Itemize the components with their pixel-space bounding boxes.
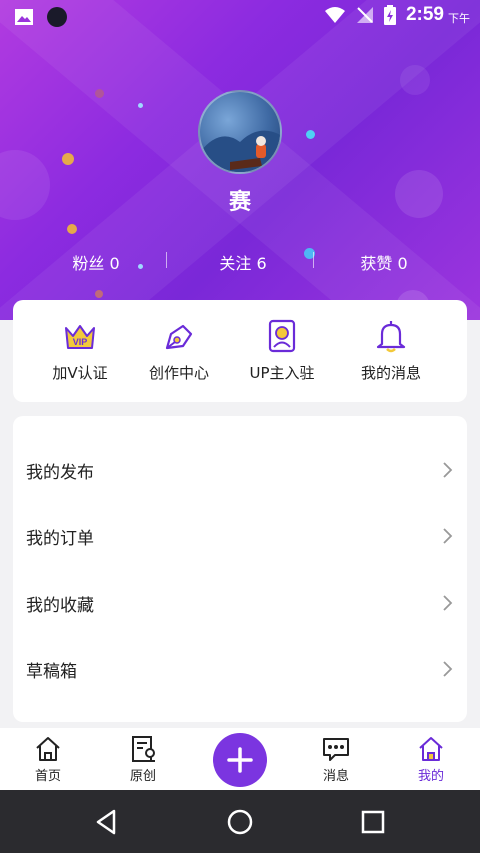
tab-label: 首页 bbox=[34, 769, 61, 784]
create-post-button[interactable] bbox=[213, 733, 267, 787]
stat-value: 0 bbox=[109, 254, 120, 273]
tab-mine[interactable]: 我的 bbox=[396, 734, 466, 784]
vip-certify-button[interactable]: VIP 加V认证 bbox=[25, 318, 135, 383]
status-bar: 2:59 下午 bbox=[0, 0, 480, 34]
chevron-right-icon bbox=[443, 595, 453, 611]
id-card-icon bbox=[268, 319, 296, 353]
tab-label: 我的 bbox=[417, 769, 444, 784]
profile-stats: 粉丝 0 关注 6 获赞 0 bbox=[0, 248, 480, 276]
plus-icon bbox=[227, 747, 253, 773]
menu-item-drafts[interactable]: 草稿箱 bbox=[13, 649, 467, 689]
menu-item-label: 我的发布 bbox=[26, 463, 94, 483]
menu-card: 我的发布 我的订单 我的收藏 草稿箱 bbox=[13, 416, 467, 722]
no-signal-icon bbox=[356, 7, 373, 23]
image-icon bbox=[15, 9, 33, 25]
circle-status-icon bbox=[47, 7, 67, 27]
bell-icon bbox=[376, 321, 406, 353]
my-messages-button[interactable]: 我的消息 bbox=[336, 318, 446, 383]
menu-item-label: 草稿箱 bbox=[26, 662, 77, 682]
tab-messages[interactable]: 消息 bbox=[301, 734, 371, 784]
tab-label: 原创 bbox=[129, 769, 156, 784]
pen-nib-icon bbox=[165, 324, 193, 350]
menu-item-my-orders[interactable]: 我的订单 bbox=[13, 516, 467, 556]
bottom-tab-bar: 首页 原创 消息 我的 bbox=[0, 728, 480, 790]
stat-value: 0 bbox=[397, 254, 408, 273]
home-circle-icon[interactable] bbox=[225, 807, 255, 837]
menu-item-label: 我的订单 bbox=[26, 529, 94, 549]
battery-icon bbox=[383, 5, 396, 25]
back-icon[interactable] bbox=[92, 807, 122, 837]
stat-label: 粉丝 bbox=[72, 254, 105, 273]
stat-following[interactable]: 关注 6 bbox=[173, 250, 313, 274]
tab-original[interactable]: 原创 bbox=[108, 734, 178, 784]
recents-icon[interactable] bbox=[358, 807, 388, 837]
stat-divider bbox=[166, 252, 167, 268]
avatar[interactable] bbox=[198, 90, 282, 174]
creator-center-button[interactable]: 创作中心 bbox=[124, 318, 234, 383]
menu-item-label: 我的收藏 bbox=[26, 596, 94, 616]
stat-label: 获赞 bbox=[360, 254, 393, 273]
chevron-right-icon bbox=[443, 528, 453, 544]
stat-value: 6 bbox=[256, 254, 267, 273]
quick-actions-card: VIP 加V认证 创作中心 UP主入驻 我的消息 bbox=[13, 300, 467, 402]
svg-text:VIP: VIP bbox=[73, 337, 88, 347]
vip-crown-icon: VIP bbox=[65, 325, 95, 349]
qa-label: 加V认证 bbox=[52, 364, 108, 382]
chat-icon bbox=[323, 738, 349, 761]
tab-home[interactable]: 首页 bbox=[13, 734, 83, 784]
chevron-right-icon bbox=[443, 462, 453, 478]
username: 赛 bbox=[228, 190, 251, 215]
home-active-icon bbox=[419, 737, 443, 761]
tab-label: 消息 bbox=[322, 769, 349, 784]
system-nav-bar bbox=[0, 790, 480, 853]
stat-fans[interactable]: 粉丝 0 bbox=[26, 250, 166, 274]
qa-label: UP主入驻 bbox=[249, 364, 315, 382]
chevron-right-icon bbox=[443, 661, 453, 677]
document-icon bbox=[132, 736, 155, 762]
menu-item-my-favorites[interactable]: 我的收藏 bbox=[13, 583, 467, 623]
qa-label: 创作中心 bbox=[148, 364, 209, 382]
clock-ampm: 下午 bbox=[448, 12, 470, 25]
avatar-image bbox=[200, 130, 280, 172]
home-icon bbox=[36, 737, 60, 761]
stat-likes[interactable]: 获赞 0 bbox=[314, 250, 454, 274]
menu-item-my-posts[interactable]: 我的发布 bbox=[13, 450, 467, 490]
up-join-button[interactable]: UP主入驻 bbox=[227, 318, 337, 383]
wifi-icon bbox=[324, 7, 345, 23]
qa-label: 我的消息 bbox=[360, 364, 421, 382]
stat-label: 关注 bbox=[219, 254, 252, 273]
clock-time: 2:59 bbox=[405, 4, 444, 25]
